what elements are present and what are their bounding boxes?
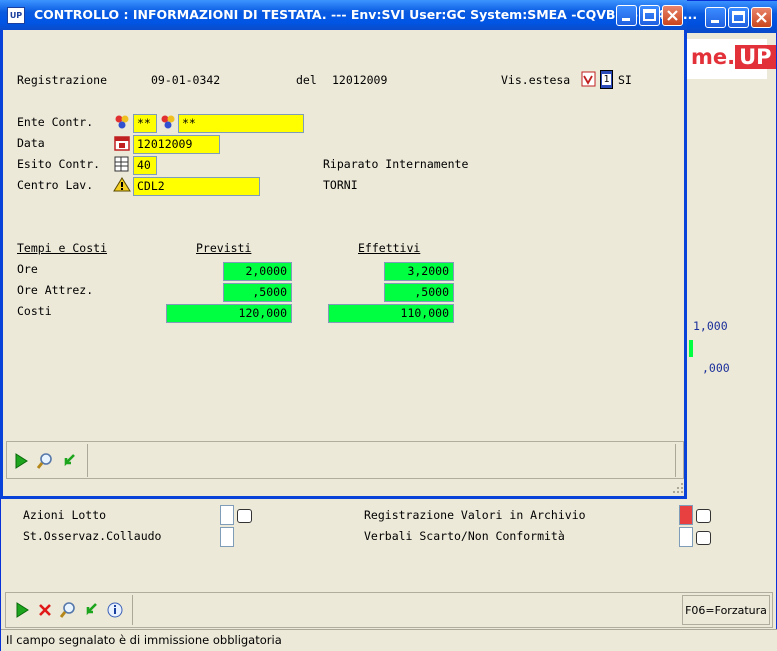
app-up-icon: UP [7,7,25,24]
data-label: Data [17,136,45,150]
esito-contr-description: Riparato Internamente [323,157,469,171]
table-row-label: Costi [17,304,52,318]
esito-contr-field[interactable]: 40 [133,156,157,175]
side-green-marker [689,340,693,357]
esito-contr-label: Esito Contr. [17,157,101,171]
confirm-play-icon[interactable] [14,601,30,619]
action-label-azioni-lotto: Azioni Lotto [23,508,107,522]
table-row-label: Ore Attrez. [17,283,94,297]
tempi-costi-header: Tempi e Costi [17,241,108,255]
close-icon [756,12,767,23]
table-row-label: Ore [17,262,38,276]
previsti-column-header: Previsti [196,241,252,255]
confirm-play-icon[interactable] [13,452,29,470]
action-registrazione-valori-button[interactable] [696,509,711,523]
ente-contr-lookup-icon[interactable] [113,113,131,131]
vis-estesa-icon[interactable] [581,71,597,88]
ore-attrez-effettivi-field[interactable]: ,5000 [384,283,454,302]
action-azioni-lotto-button[interactable] [237,509,252,523]
ente-contr-field-1[interactable]: ** [133,114,157,133]
ente-contr-lookup-icon-2[interactable] [159,113,177,131]
brand-logo: me. UP [691,45,776,69]
search-magnifier-icon[interactable] [36,452,54,470]
ore-effettivi-field[interactable]: 3,2000 [384,262,454,281]
vis-estesa-toggle[interactable]: 1 [600,70,613,89]
table-lookup-icon[interactable] [113,155,131,173]
ente-contr-label: Ente Contr. [17,115,94,129]
effettivi-column-header: Effettivi [358,241,421,255]
vis-estesa-value: SI [618,73,632,87]
bg-minimize-button[interactable] [705,7,726,28]
bottom-toolbar [5,592,773,628]
action-registrazione-valori-checkbox[interactable] [679,505,693,525]
data-field[interactable]: 12012009 [133,135,220,154]
centro-lav-description: TORNI [323,178,358,192]
status-bar: Il campo segnalato è di immissione obbli… [1,629,777,651]
costi-effettivi-field[interactable]: 110,000 [328,304,454,323]
close-icon [667,10,678,21]
ore-attrez-previsti-field[interactable]: ,5000 [223,283,292,302]
dialog-toolbar [6,441,684,479]
maximize-icon [643,9,656,21]
info-icon[interactable] [106,601,124,619]
vis-estesa-label: Vis.estesa [501,73,571,87]
f06-forzatura-button[interactable]: F06=Forzatura [682,595,770,625]
toolbar-separator [87,444,88,477]
dialog-minimize-button[interactable] [616,5,637,26]
action-label-verbali-scarto: Verbali Scarto/Non Conformità [364,529,565,543]
del-value: 12012009 [332,73,388,87]
action-st-osservaz-checkbox[interactable] [220,527,234,547]
dialog-close-button[interactable] [662,5,683,26]
back-arrow-icon[interactable] [83,601,99,619]
centro-lav-field[interactable]: CDL2 [133,177,260,196]
action-azioni-lotto-checkbox[interactable] [220,505,234,525]
action-verbali-scarto-button[interactable] [696,531,711,545]
action-label-registrazione-valori: Registrazione Valori in Archivio [364,508,586,522]
action-verbali-scarto-checkbox[interactable] [679,527,693,547]
toolbar-separator [132,595,133,625]
registrazione-value: 09-01-0342 [151,73,221,87]
bg-close-button[interactable] [751,7,772,28]
dialog-title: CONTROLLO : INFORMAZIONI DI TESTATA. ---… [34,7,698,22]
side-value-2: ,000 [702,361,730,375]
del-label: del [296,73,317,87]
warning-triangle-icon[interactable] [113,176,131,193]
minimize-icon [711,20,719,23]
toolbar-separator [675,444,676,477]
dialog-maximize-button[interactable] [639,5,660,26]
back-arrow-icon[interactable] [61,452,77,470]
dialog-window: UP CONTROLLO : INFORMAZIONI DI TESTATA. … [0,0,697,499]
action-label-st-osservaz: St.Osservaz.Collaudo [23,529,162,543]
dialog-titlebar[interactable]: UP CONTROLLO : INFORMAZIONI DI TESTATA. … [0,0,697,30]
resize-grip-icon[interactable] [673,483,685,495]
maximize-icon [732,11,745,23]
search-magnifier-icon[interactable] [59,601,77,619]
ente-contr-field-2[interactable]: ** [178,114,304,133]
bg-maximize-button[interactable] [728,7,749,28]
minimize-icon [622,18,630,21]
ore-previsti-field[interactable]: 2,0000 [223,262,292,281]
centro-lav-label: Centro Lav. [17,178,94,192]
side-value-1: 1,000 [693,319,728,333]
status-message: Il campo segnalato è di immissione obbli… [6,633,282,647]
costi-previsti-field[interactable]: 120,000 [166,304,292,323]
calendar-icon[interactable] [113,134,131,152]
registrazione-label: Registrazione [17,73,108,87]
cancel-x-icon[interactable] [37,602,53,618]
